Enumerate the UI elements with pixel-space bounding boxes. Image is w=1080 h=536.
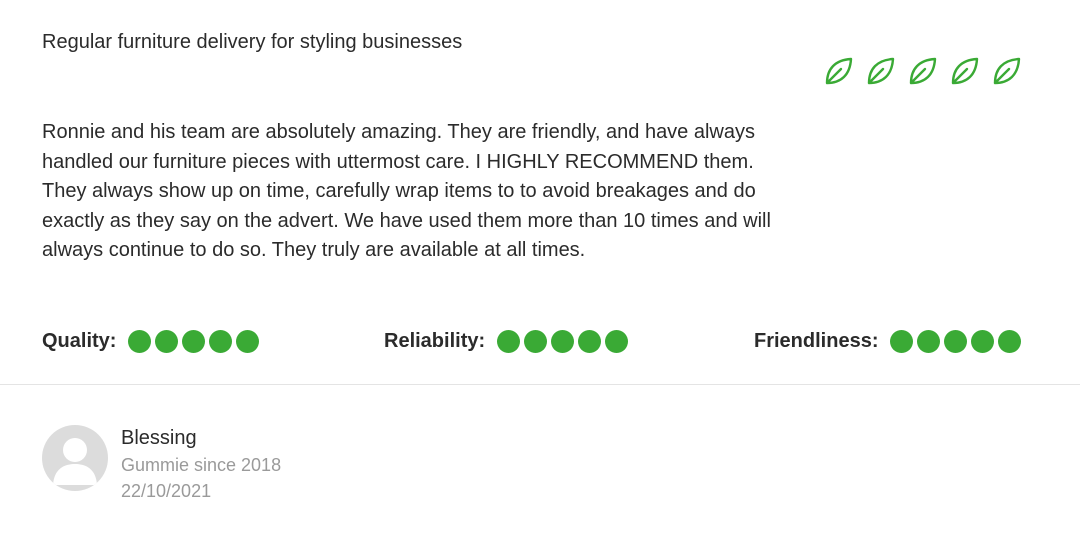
review-body: Ronnie and his team are absolutely amazi… (42, 121, 771, 262)
review-date: 22/10/2021 (121, 481, 212, 501)
leaf-icon (867, 57, 895, 85)
score-dot (890, 329, 914, 353)
score-dot (497, 329, 521, 353)
score-dot (971, 329, 995, 353)
leaf-icon (909, 57, 937, 85)
member-since: Gummie since 2018 (121, 455, 282, 475)
score-dot (209, 329, 233, 353)
user-silhouette-icon (53, 438, 97, 485)
review-title: Regular furniture delivery for styling b… (42, 31, 463, 53)
score-dot (155, 329, 179, 353)
score-dot (578, 329, 602, 353)
leaf-icon (993, 57, 1021, 85)
reviewer-name: Blessing (121, 427, 197, 449)
leaf-icon (825, 57, 853, 85)
quality-score: Quality: (42, 326, 260, 356)
leaf-icon (951, 57, 979, 85)
score-dot (524, 329, 548, 353)
score-dot (944, 329, 968, 353)
avatar (42, 425, 108, 491)
reliability-score: Reliability: (384, 326, 629, 356)
score-dot (998, 329, 1022, 353)
quality-dots (128, 329, 260, 353)
reliability-label: Reliability: (384, 329, 486, 352)
score-dot (605, 329, 629, 353)
leaf-rating (822, 54, 1024, 88)
divider (0, 384, 1080, 385)
score-dot (182, 329, 206, 353)
score-dot (551, 329, 575, 353)
score-dot (917, 329, 941, 353)
score-dot (128, 329, 152, 353)
friendliness-dots (890, 329, 1022, 353)
friendliness-score: Friendliness: (754, 326, 1022, 356)
review-card: Regular furniture delivery for styling b… (0, 0, 1080, 536)
quality-label: Quality: (42, 329, 117, 352)
score-dot (236, 329, 260, 353)
friendliness-label: Friendliness: (754, 329, 879, 352)
reliability-dots (497, 329, 629, 353)
score-row: Quality: Reliability: Friendliness: (42, 326, 1032, 356)
